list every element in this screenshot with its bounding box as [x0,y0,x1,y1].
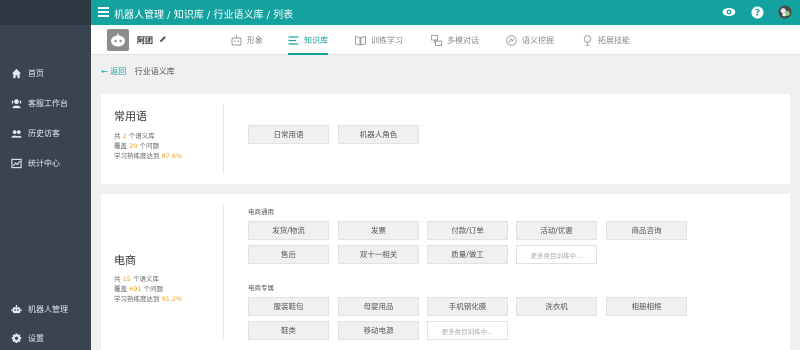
library-tag[interactable]: 手机钢化膜 [427,297,508,316]
page-breadcrumb: ← 返回 行业语义库 [101,66,175,77]
robot-name-text: 阿团 [137,36,153,45]
library-tag[interactable]: 移动电源 [338,321,419,340]
library-tag[interactable]: 洗衣机 [516,297,597,316]
edit-pencil-icon[interactable] [159,35,167,45]
library-tag[interactable]: 活动/优惠 [516,221,597,240]
chart-icon [10,157,22,169]
library-tag[interactable]: 发票 [338,221,419,240]
dialog-icon [431,34,442,46]
hamburger-menu-icon[interactable] [98,7,109,18]
library-tag[interactable]: 相册相框 [606,297,687,316]
tab-label: 拓展技能 [598,35,630,45]
sidebar-item-label: 客服工作台 [28,98,68,108]
sidebar-logo-area [0,0,91,25]
help-icon[interactable]: ? [750,5,764,19]
sidebar-item-history[interactable]: 历史访客 [0,123,91,143]
card-divider [223,204,224,340]
mining-icon [506,34,517,46]
library-tag[interactable]: 售后 [248,245,329,264]
robot-name[interactable]: 阿团 [137,35,167,46]
tab-knowledge-base[interactable]: 知识库 [288,25,328,55]
stat-text: 个语义库 [128,132,155,140]
card-divider [223,104,224,174]
skill-icon [582,34,593,46]
tab-multi-dialog[interactable]: 多模对话 [431,25,479,55]
library-tag[interactable]: 双十一相关 [338,245,419,264]
stat-number: 87.6% [161,152,183,160]
tab-training[interactable]: 训练学习 [355,25,403,55]
library-card-ecommerce: 电商 共 15 个语义库 覆盖 691 个问题 学习熟练度达到 91.2% 电商… [101,194,790,350]
user-avatar-icon[interactable] [778,5,792,19]
tab-label: 语义挖掘 [522,35,554,45]
sidebar-item-agent-desk[interactable]: 客服工作台 [0,93,91,113]
tab-semantic-mining[interactable]: 语义挖掘 [506,25,554,55]
library-tag[interactable]: 日常用语 [248,125,329,144]
more-categories-placeholder: 更多类目训练中... [516,245,597,264]
card-stats: 共 2 个语义库 覆盖 20 个问题 学习熟练度达到 87.6% [114,131,182,161]
stat-text: 覆盖 [114,285,127,293]
stat-text: 共 [114,132,121,140]
stat-number: 691 [129,285,142,293]
tab-label: 多模对话 [447,35,479,45]
section-label: 电商通用 [248,208,274,216]
tab-label: 知识库 [304,35,328,45]
robot-avatar [107,29,129,51]
tab-label: 形象 [247,35,263,45]
header-breadcrumb: 机器人管理 / 知识库 / 行业语义库 / 列表 [114,10,294,21]
library-tag[interactable]: 发货/物流 [248,221,329,240]
stat-text: 个问题 [143,285,164,293]
library-tag[interactable]: 鞋类 [248,321,329,340]
top-header-bar: 机器人管理 / 知识库 / 行业语义库 / 列表 ? [91,0,800,25]
sidebar-item-label: 历史访客 [28,128,60,138]
back-link[interactable]: ← 返回 [101,67,126,76]
stat-text: 学习熟练度达到 [114,152,160,160]
stat-text: 学习熟练度达到 [114,295,160,303]
sidebar: 首页 客服工作台 历史访客 统计中心 机器人管理 设置 [0,0,91,350]
home-icon [10,67,22,79]
stat-number: 2 [122,132,127,140]
library-tag[interactable]: 服装鞋包 [248,297,329,316]
stat-text: 个问题 [139,142,159,150]
sidebar-item-stats[interactable]: 统计中心 [0,153,91,173]
library-tag[interactable]: 质量/做工 [427,245,508,264]
sidebar-item-home[interactable]: 首页 [0,63,91,83]
tab-label: 训练学习 [371,35,403,45]
stat-number: 91.2% [161,295,183,303]
robot-icon [10,303,22,315]
eye-icon[interactable] [722,5,736,19]
sidebar-item-label: 设置 [28,333,44,343]
stat-text: 共 [114,275,121,283]
sidebar-item-settings[interactable]: 设置 [0,328,91,348]
card-title: 电商 [114,254,136,267]
tab-appearance[interactable]: 形象 [231,25,263,55]
users-icon [10,127,22,139]
card-title: 常用语 [114,110,147,123]
stat-number: 15 [122,275,131,283]
stat-text: 覆盖 [114,142,127,150]
section-label: 电商专属 [248,284,274,292]
stat-text: 个语义库 [132,275,159,283]
svg-text:?: ? [754,8,759,18]
sidebar-item-label: 机器人管理 [28,304,68,314]
agent-icon [10,97,22,109]
card-stats: 共 15 个语义库 覆盖 691 个问题 学习熟练度达到 91.2% [114,274,182,304]
more-categories-placeholder: 更多类目训练中... [427,321,508,340]
sidebar-item-robot-management[interactable]: 机器人管理 [0,299,91,319]
library-tag[interactable]: 机器人角色 [338,125,419,144]
library-card-common: 常用语 共 2 个语义库 覆盖 20 个问题 学习熟练度达到 87.6% 日常用… [101,94,790,184]
stat-number: 20 [129,142,138,150]
robot-face-icon [231,35,242,46]
library-tag[interactable]: 付款/订单 [427,221,508,240]
current-page-label: 行业语义库 [134,67,175,76]
list-icon [288,35,299,46]
book-icon [355,35,366,46]
gear-icon [10,332,22,344]
robot-tab-bar: 阿团 形象 知识库 训练学习 多模对话 语义挖掘 拓展技能 [91,25,800,55]
tab-extend-skills[interactable]: 拓展技能 [582,25,630,55]
sidebar-item-label: 统计中心 [28,158,60,168]
sidebar-item-label: 首页 [28,68,44,78]
library-tag[interactable]: 母婴用品 [338,297,419,316]
library-tag[interactable]: 商品咨询 [606,221,687,240]
